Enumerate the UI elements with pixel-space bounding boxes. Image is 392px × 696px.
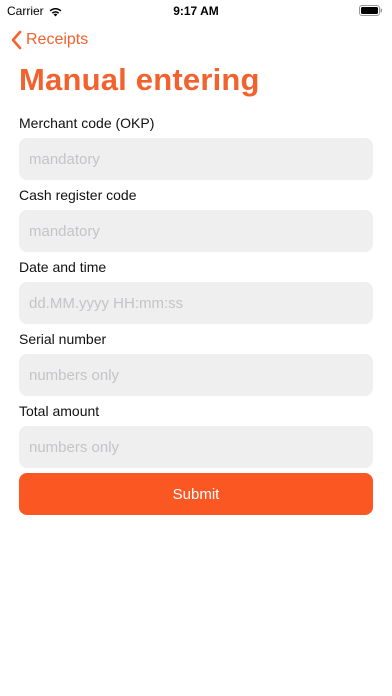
chevron-left-icon (11, 30, 22, 50)
back-button[interactable]: Receipts (10, 30, 88, 50)
page-title: Manual entering (19, 62, 260, 97)
status-time: 9:17 AM (173, 4, 219, 18)
total-amount-label: Total amount (19, 403, 100, 419)
back-button-label: Receipts (26, 31, 89, 48)
merchant-code-label: Merchant code (OKP) (19, 115, 155, 131)
date-time-input[interactable] (19, 282, 373, 324)
date-time-label: Date and time (19, 259, 107, 275)
cash-register-code-label: Cash register code (19, 187, 137, 203)
submit-button[interactable]: Submit (19, 473, 373, 515)
serial-number-label: Serial number (19, 331, 107, 347)
status-bar: Carrier 9:17 AM (0, 0, 392, 22)
battery-icon (359, 5, 382, 16)
total-amount-input[interactable] (19, 426, 373, 468)
serial-number-input[interactable] (19, 354, 373, 396)
cash-register-code-input[interactable] (19, 210, 373, 252)
merchant-code-input[interactable] (19, 138, 373, 180)
manual-entry-form: Merchant code (OKP) Cash register code D… (19, 113, 373, 515)
